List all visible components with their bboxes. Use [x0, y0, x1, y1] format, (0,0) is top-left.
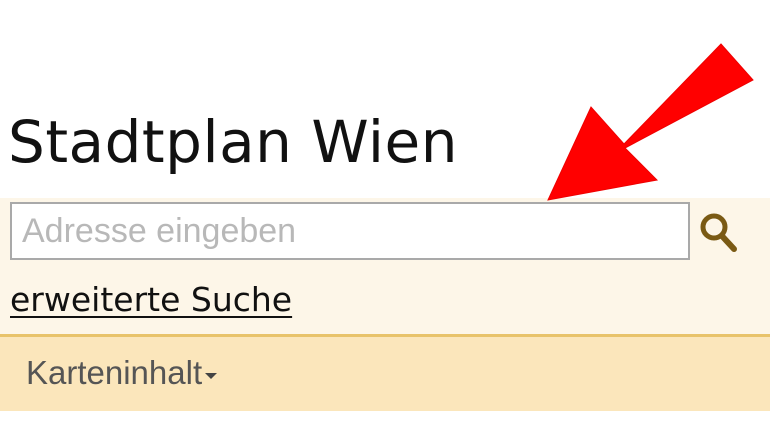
page-title: Stadtplan Wien — [8, 108, 458, 176]
map-content-dropdown[interactable]: Karteninhalt — [26, 353, 218, 393]
map-content-bar: Karteninhalt — [0, 337, 770, 411]
search-button[interactable] — [696, 208, 742, 254]
advanced-search-link[interactable]: erweiterte Suche — [10, 280, 292, 320]
address-search-input[interactable] — [10, 202, 690, 260]
search-icon — [700, 213, 737, 252]
search-panel: erweiterte Suche — [0, 198, 770, 334]
caret-down-icon — [205, 373, 218, 379]
arrow-icon — [547, 43, 754, 201]
map-content-label: Karteninhalt — [26, 354, 203, 391]
